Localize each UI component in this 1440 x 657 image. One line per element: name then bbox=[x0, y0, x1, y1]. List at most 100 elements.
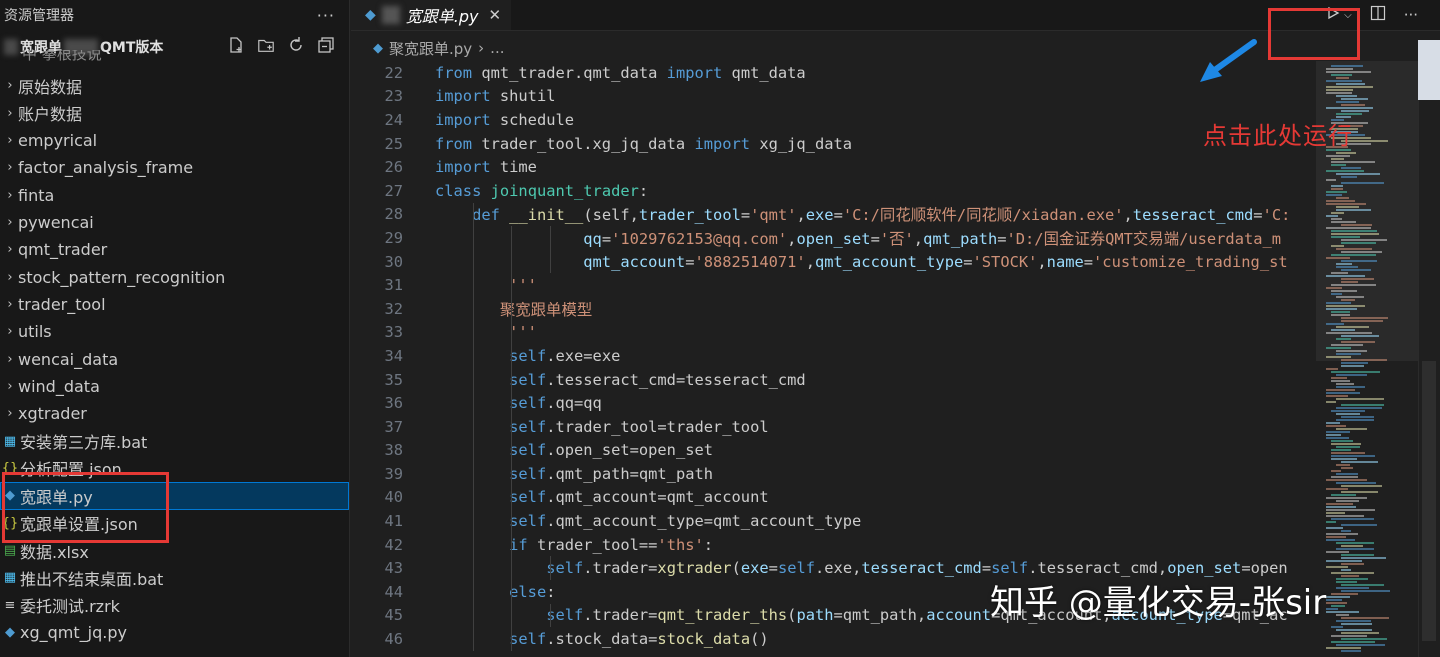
code-line[interactable]: 35 self.tesseract_cmd=tesseract_cmd bbox=[351, 367, 1316, 392]
file-item[interactable]: ≡ 委托测试.rzrk bbox=[0, 592, 349, 619]
code-line[interactable]: 39 self.qmt_path=qmt_path bbox=[351, 462, 1316, 486]
minimap-line bbox=[1326, 191, 1347, 193]
code-line[interactable]: 40 self.qmt_account=qmt_account bbox=[351, 485, 1316, 510]
indent-guide bbox=[511, 580, 513, 604]
chevron-right-icon[interactable]: › bbox=[2, 106, 18, 121]
code-token: self bbox=[509, 630, 547, 649]
file-item[interactable]: ▦ 推出不结束桌面.bat bbox=[0, 564, 349, 591]
file-item[interactable]: {} 宽跟单设置.json bbox=[0, 510, 349, 537]
code-text: qmt_account='8882514071',qmt_account_typ… bbox=[403, 253, 1287, 271]
more-actions-icon[interactable]: ··· bbox=[317, 6, 335, 25]
minimap-line bbox=[1336, 644, 1385, 646]
minimap-line bbox=[1331, 74, 1352, 76]
line-number: 38 bbox=[384, 441, 403, 460]
minimap-line bbox=[1326, 425, 1346, 427]
code-token: .trader= bbox=[583, 606, 658, 625]
file-item[interactable]: {} 分析配置.json bbox=[0, 455, 349, 482]
chevron-right-icon[interactable]: › bbox=[2, 324, 18, 339]
item-label: utils bbox=[18, 322, 52, 342]
folder-item[interactable]: › empyrical bbox=[0, 127, 349, 154]
code-line[interactable]: 22 from qmt_trader.qmt_data import qmt_da… bbox=[351, 61, 1316, 85]
code-line[interactable]: 31 ''' bbox=[351, 273, 1316, 297]
folder-item[interactable]: › utils bbox=[0, 318, 349, 345]
folder-item[interactable]: › wind_data bbox=[0, 373, 349, 400]
file-item[interactable]: ◆ xg_qmt_jq.py bbox=[0, 619, 349, 646]
line-number: 31 bbox=[384, 276, 403, 295]
folder-item[interactable]: › trader_tool bbox=[0, 291, 349, 318]
chevron-right-icon[interactable]: › bbox=[2, 160, 18, 175]
chevron-right-icon[interactable]: › bbox=[2, 133, 18, 148]
chevron-right-icon[interactable]: › bbox=[2, 406, 18, 421]
breadcrumb-more[interactable]: ... bbox=[490, 39, 504, 57]
code-line[interactable]: 41 self.qmt_account_type=qmt_account_typ… bbox=[351, 509, 1316, 533]
folder-item[interactable]: › factor_analysis_frame bbox=[0, 154, 349, 181]
chevron-right-icon[interactable]: › bbox=[2, 352, 18, 367]
code-line[interactable]: 25 from trader_tool.xg_jq_data import xg_… bbox=[351, 132, 1316, 156]
split-editor-icon[interactable] bbox=[1370, 5, 1386, 25]
code-line[interactable]: 42 if trader_tool=='ths': bbox=[351, 532, 1316, 557]
collapse-all-icon[interactable] bbox=[317, 36, 335, 54]
code-line[interactable]: 46 self.stock_data=stock_data() bbox=[351, 627, 1316, 651]
file-item[interactable]: ▦ 安装第三方库.bat bbox=[0, 427, 349, 454]
chevron-right-icon[interactable]: › bbox=[2, 188, 18, 203]
chevron-right-icon[interactable]: › bbox=[2, 242, 18, 257]
minimap-line bbox=[1341, 320, 1383, 322]
line-number: 37 bbox=[384, 417, 403, 436]
folder-item[interactable]: › pywencai bbox=[0, 209, 349, 236]
chevron-right-icon[interactable]: › bbox=[2, 78, 18, 93]
code-line[interactable]: 34 self.exe=exe bbox=[351, 344, 1316, 368]
file-item[interactable]: ▤ 数据.xlsx bbox=[0, 537, 349, 564]
folder-item[interactable]: › qmt_trader bbox=[0, 236, 349, 263]
minimap-line bbox=[1331, 410, 1365, 412]
code-token: = bbox=[833, 206, 843, 225]
code-line[interactable]: 28 def __init__(self,trader_tool='qmt',e… bbox=[351, 202, 1316, 227]
chevron-right-icon[interactable]: › bbox=[2, 379, 18, 394]
folder-item[interactable]: › 原始数据 bbox=[0, 72, 349, 99]
code-line[interactable]: 29 qq='1029762153@qq.com',open_set='否',q… bbox=[351, 226, 1316, 250]
minimap-line bbox=[1326, 347, 1351, 349]
chevron-right-icon[interactable]: › bbox=[2, 215, 18, 230]
minimap-line bbox=[1341, 491, 1378, 493]
indent-guide bbox=[511, 556, 513, 581]
code-line[interactable]: 27 class joinquant_trader: bbox=[351, 179, 1316, 203]
code-line[interactable]: 36 self.qq=qq bbox=[351, 391, 1316, 415]
line-number: 35 bbox=[384, 370, 403, 389]
code-text: ''' bbox=[403, 323, 537, 341]
code-token: self bbox=[509, 441, 547, 460]
folder-item[interactable]: › xgtrader bbox=[0, 400, 349, 427]
line-number: 32 bbox=[384, 299, 403, 318]
folder-item[interactable]: › stock_pattern_recognition bbox=[0, 263, 349, 290]
refresh-icon[interactable] bbox=[287, 36, 305, 54]
vertical-scrollbar[interactable] bbox=[1418, 61, 1440, 657]
chevron-right-icon[interactable]: › bbox=[2, 270, 18, 285]
code-token: trader_tool== bbox=[527, 535, 658, 554]
minimap-line bbox=[1326, 356, 1351, 358]
code-line[interactable]: 23 import shutil bbox=[351, 85, 1316, 109]
run-annotation: 点击此处运行 bbox=[1203, 122, 1353, 150]
more-actions-icon[interactable]: ··· bbox=[1404, 6, 1418, 24]
folder-item[interactable]: › finta bbox=[0, 181, 349, 208]
breadcrumb-file[interactable]: 聚宽跟单.py bbox=[389, 38, 472, 59]
code-line[interactable]: 30 qmt_account='8882514071',qmt_account_… bbox=[351, 249, 1316, 274]
chevron-down-icon[interactable]: ⌵ bbox=[1344, 10, 1352, 21]
code-line[interactable]: 26 import time bbox=[351, 155, 1316, 179]
code-line[interactable]: 33 ''' bbox=[351, 320, 1316, 345]
minimap-slider[interactable] bbox=[1316, 61, 1418, 361]
folder-item[interactable]: › 账户数据 bbox=[0, 99, 349, 126]
code-line[interactable]: 24 import schedule bbox=[351, 108, 1316, 132]
new-folder-icon[interactable] bbox=[257, 36, 275, 54]
code-line[interactable]: 32 聚宽跟单模型 bbox=[351, 296, 1316, 321]
code-view[interactable]: 22 from qmt_trader.qmt_data import qmt_da… bbox=[351, 61, 1316, 657]
chevron-right-icon[interactable]: › bbox=[2, 297, 18, 312]
run-button[interactable] bbox=[1326, 6, 1340, 24]
new-file-icon[interactable] bbox=[227, 36, 245, 54]
code-line[interactable]: 38 self.open_set=open_set bbox=[351, 438, 1316, 463]
folder-item[interactable]: › wencai_data bbox=[0, 345, 349, 372]
tab-active-file[interactable]: ◆ 宽跟单.py ✕ bbox=[351, 0, 512, 30]
close-icon[interactable]: ✕ bbox=[489, 6, 502, 24]
minimap-line bbox=[1341, 242, 1376, 244]
minimap-line bbox=[1336, 413, 1360, 415]
code-line[interactable]: 37 self.trader_tool=trader_tool bbox=[351, 414, 1316, 439]
code-token: exe bbox=[740, 559, 769, 578]
file-item[interactable]: ◆ 宽跟单.py bbox=[0, 482, 349, 510]
